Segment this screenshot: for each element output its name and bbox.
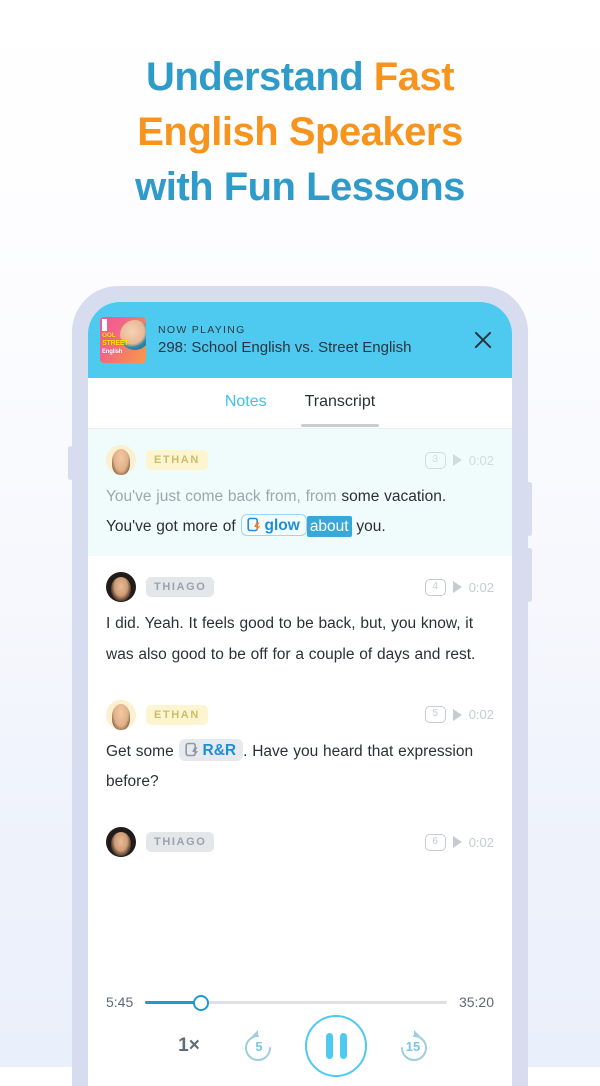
headline-line-1-part-b: Fast <box>373 55 455 99</box>
transcript-row-header: THIAGO 6 0:02 <box>106 827 494 858</box>
segment-timestamp: 0:02 <box>468 707 494 723</box>
avatar <box>106 827 136 858</box>
flash-card-icon <box>246 517 262 533</box>
tab-transcript[interactable]: Transcript <box>300 393 379 427</box>
play-icon[interactable] <box>452 581 462 594</box>
album-art-text-2: STREET <box>102 340 129 347</box>
avatar <box>106 445 136 475</box>
progress-slider[interactable] <box>145 995 447 1011</box>
tab-bar: Notes Transcript <box>88 378 512 429</box>
segment-index-badge: 3 <box>424 451 446 469</box>
transcript-text-spoken: You've just come back from, from <box>106 488 342 505</box>
headline-line-3: with Fun Lessons <box>135 164 465 209</box>
total-time-label: 35:20 <box>458 994 494 1010</box>
pause-bar-right <box>339 1033 347 1059</box>
transcript-row[interactable]: THIAGO 4 0:02 I did. Yeah. It feels good… <box>88 556 512 683</box>
segment-timestamp: 0:02 <box>468 579 494 595</box>
transcript-row-meta: 4 0:02 <box>424 578 494 596</box>
transcript-row[interactable]: ETHAN 3 0:02 You've just come back from,… <box>88 429 512 557</box>
play-icon[interactable] <box>452 708 462 721</box>
forward-15-button[interactable]: 15 <box>391 1024 435 1068</box>
transcript-row[interactable]: ETHAN 5 0:02 Get some R&R. Have you hear… <box>88 684 512 811</box>
album-art-text-3: English <box>102 349 123 355</box>
rewind-seconds-label: 5 <box>255 1039 263 1054</box>
speaker-name-badge: ETHAN <box>146 704 208 725</box>
vocab-chip-glow[interactable]: glow <box>240 514 307 537</box>
segment-index-badge: 5 <box>424 706 446 724</box>
album-art-strip <box>102 319 107 331</box>
vocab-chip-label: glow <box>264 517 300 535</box>
close-icon[interactable] <box>466 323 500 357</box>
headline-line-2: English Speakers <box>137 109 463 154</box>
transcript-text: Get some R&R. Have you heard that expres… <box>106 737 494 797</box>
transcript-row-meta: 5 0:02 <box>424 706 494 724</box>
pause-button[interactable] <box>305 1015 367 1077</box>
now-playing-info: NOW PLAYING 298: School English vs. Stre… <box>158 324 460 356</box>
play-icon[interactable] <box>452 454 462 466</box>
highlighted-word: about <box>306 516 352 538</box>
segment-index-badge: 6 <box>424 833 446 851</box>
playback-speed-button[interactable]: 1× <box>165 1035 213 1057</box>
transcript-text-plain-1: Get some <box>106 742 179 760</box>
phone-mute-switch <box>68 446 73 480</box>
rewind-5-button[interactable]: 5 <box>237 1024 281 1068</box>
transcript-text: You've just come back from, from some va… <box>106 482 494 542</box>
transcript-row-meta: 6 0:02 <box>424 833 494 851</box>
flash-card-icon <box>184 742 200 758</box>
speaker-name-badge: THIAGO <box>146 832 215 853</box>
playback-buttons: 1× 5 15 <box>106 1015 494 1077</box>
transcript-text-plain-2: you. <box>351 518 386 536</box>
transcript-row-header: ETHAN 3 0:02 <box>106 445 494 475</box>
progress-thumb[interactable] <box>192 995 209 1011</box>
phone-mockup-frame: OOL STREET English NOW PLAYING 298: Scho… <box>68 286 532 1086</box>
audio-player-controls: 5:45 35:20 1× 5 15 <box>88 980 512 1086</box>
page-headline: Understand Fast English Speakers with Fu… <box>0 50 600 214</box>
transcript-text: I did. Yeah. It feels good to be back, b… <box>106 615 476 663</box>
headline-line-1: Understand Fast <box>0 50 600 105</box>
tab-notes[interactable]: Notes <box>225 393 267 413</box>
now-playing-header: OOL STREET English NOW PLAYING 298: Scho… <box>88 302 512 378</box>
album-art-text-1: OOL <box>102 332 116 339</box>
segment-timestamp: 0:02 <box>468 834 494 850</box>
vocab-chip-rr[interactable]: R&R <box>178 738 244 761</box>
progress-fill <box>145 1001 200 1004</box>
speaker-name-badge: THIAGO <box>146 577 215 598</box>
forward-seconds-label: 15 <box>405 1039 421 1054</box>
avatar <box>106 699 136 730</box>
segment-index-badge: 4 <box>424 578 446 596</box>
album-art-thumbnail: OOL STREET English <box>100 317 146 363</box>
episode-title: 298: School English vs. Street English <box>158 339 412 356</box>
segment-timestamp: 0:02 <box>468 452 494 468</box>
current-time-label: 5:45 <box>106 994 134 1010</box>
speaker-name-badge: ETHAN <box>146 450 208 470</box>
headline-line-1-part-a: Understand <box>145 55 374 99</box>
vocab-chip-label: R&R <box>202 742 237 760</box>
transcript-list[interactable]: ETHAN 3 0:02 You've just come back from,… <box>88 429 512 879</box>
transcript-row-meta: 3 0:02 <box>424 451 494 469</box>
avatar <box>106 572 136 603</box>
transcript-row[interactable]: THIAGO 6 0:02 <box>88 811 512 878</box>
phone-screen: OOL STREET English NOW PLAYING 298: Scho… <box>88 302 512 1086</box>
pause-bar-left <box>325 1033 333 1059</box>
play-icon[interactable] <box>452 836 462 849</box>
transcript-row-header: THIAGO 4 0:02 <box>106 572 494 603</box>
phone-volume-button <box>527 482 532 536</box>
now-playing-label: NOW PLAYING <box>158 324 246 336</box>
transcript-row-header: ETHAN 5 0:02 <box>106 699 494 730</box>
scrubber-row: 5:45 35:20 <box>106 994 494 1011</box>
phone-power-button <box>527 548 532 602</box>
